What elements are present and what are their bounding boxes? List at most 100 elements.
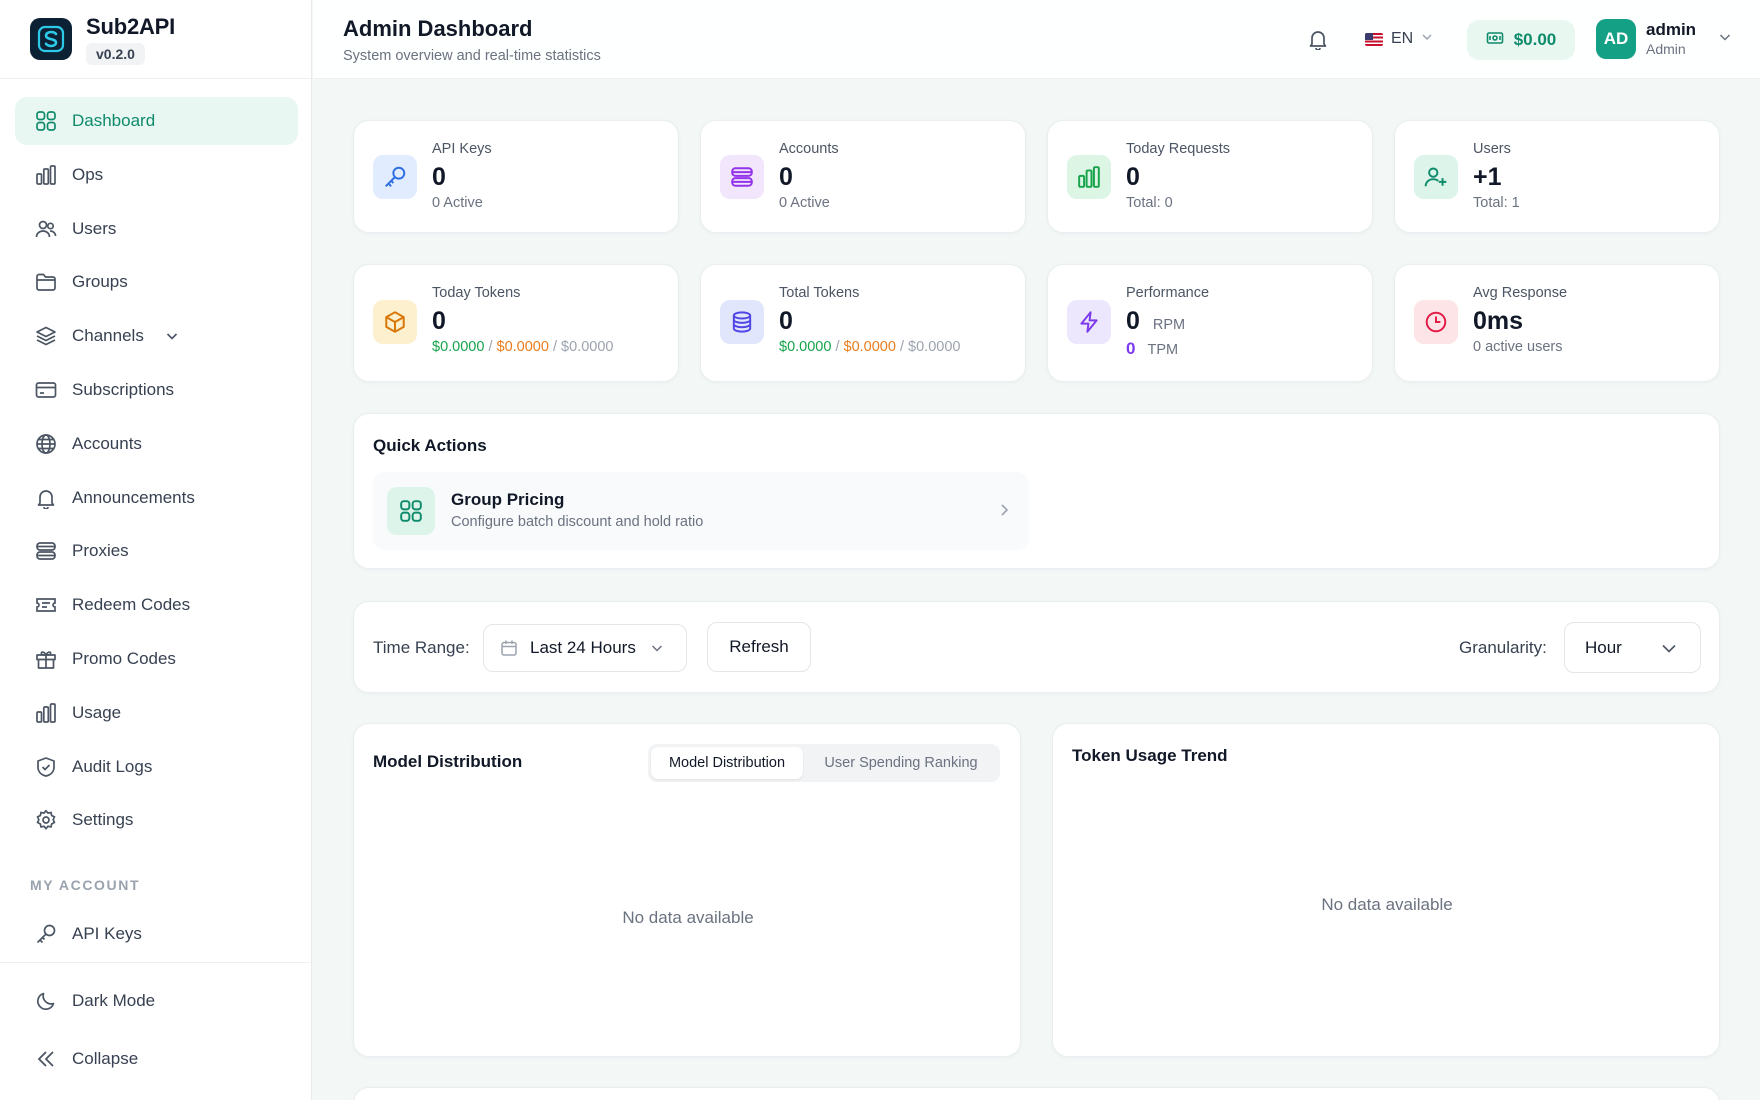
wallet-icon — [1486, 29, 1504, 52]
stat-sub: 0 Active — [432, 195, 483, 211]
model-distribution-title: Model Distribution — [373, 752, 523, 771]
key-icon — [373, 155, 417, 199]
stat-card-today-requests: Today Requests 0 Total: 0 — [1047, 120, 1373, 233]
sidebar-item-dashboard[interactable]: Dashboard — [15, 97, 298, 145]
cost-separator: / — [899, 339, 904, 355]
tab-user-spending-ranking[interactable]: User Spending Ranking — [805, 747, 997, 779]
collapse-button[interactable]: Collapse — [15, 1036, 298, 1082]
bar-chart-icon — [35, 164, 57, 186]
users-icon — [35, 218, 57, 240]
dark-mode-toggle[interactable]: Dark Mode — [15, 978, 298, 1024]
sidebar-item-label: Ops — [72, 164, 104, 184]
clock-icon — [1414, 300, 1458, 344]
sidebar-item-groups[interactable]: Groups — [15, 258, 298, 306]
bell-icon — [35, 487, 57, 509]
sidebar-item-api-keys[interactable]: API Keys — [15, 910, 298, 958]
gift-icon — [35, 648, 57, 670]
quick-action-name: Group Pricing — [451, 490, 565, 509]
quick-action-description: Configure batch discount and hold ratio — [451, 514, 704, 530]
stat-card-total-tokens: Total Tokens 0 $0.0000 / $0.0000 / $0.00… — [700, 264, 1026, 382]
sidebar-item-subscriptions[interactable]: Subscriptions — [15, 366, 298, 414]
stat-card-users: Users +1 Total: 1 — [1394, 120, 1720, 233]
sidebar-item-channels[interactable]: Channels — [15, 312, 298, 360]
sidebar-divider — [0, 962, 312, 963]
sidebar-item-label: Users — [72, 218, 117, 238]
sidebar-item-label: Accounts — [72, 433, 142, 453]
logo-icon — [30, 18, 72, 60]
chevron-down-icon — [650, 641, 664, 655]
stat-label: Avg Response — [1473, 285, 1568, 301]
granularity-value: Hour — [1585, 637, 1622, 657]
cost-other: $0.0000 — [561, 339, 614, 355]
moon-icon — [35, 990, 57, 1012]
key-icon — [35, 923, 57, 945]
stat-costs: $0.0000 / $0.0000 / $0.0000 — [432, 339, 613, 355]
shield-icon — [35, 756, 57, 778]
sidebar-item-label: Subscriptions — [72, 379, 175, 399]
language-selector[interactable]: EN — [1365, 24, 1433, 54]
time-range-label: Time Range: — [373, 638, 470, 657]
cost-standard: $0.0000 — [496, 339, 549, 355]
bar-chart-icon — [35, 702, 57, 724]
sidebar-item-users[interactable]: Users — [15, 205, 298, 253]
stat-card-accounts: Accounts 0 0 Active — [700, 120, 1026, 233]
stat-tpm: 0 TPM — [1126, 339, 1178, 359]
user-menu[interactable]: AD admin Admin — [1596, 19, 1732, 59]
next-section-card — [353, 1087, 1720, 1100]
model-distribution-card: Model Distribution Model Distribution Us… — [353, 723, 1021, 1057]
sidebar-item-announcements[interactable]: Announcements — [15, 474, 298, 522]
sidebar-item-promo-codes[interactable]: Promo Codes — [15, 635, 298, 683]
layers-icon — [35, 325, 57, 347]
time-range-select[interactable]: Last 24 Hours — [483, 624, 687, 672]
tab-model-distribution[interactable]: Model Distribution — [651, 747, 803, 779]
gear-icon — [35, 809, 57, 831]
quick-actions-title: Quick Actions — [373, 436, 487, 455]
sidebar-item-settings[interactable]: Settings — [15, 796, 298, 844]
stat-card-avg-response: Avg Response 0ms 0 active users — [1394, 264, 1720, 382]
stat-sub: 0 Active — [779, 195, 830, 211]
chevron-down-icon[interactable] — [165, 329, 179, 343]
stat-label: Accounts — [779, 141, 839, 157]
sidebar-item-proxies[interactable]: Proxies — [15, 527, 298, 575]
granularity-select[interactable]: Hour — [1564, 622, 1701, 673]
refresh-button[interactable]: Refresh — [707, 622, 811, 672]
sidebar-item-label: Audit Logs — [72, 756, 153, 776]
tpm-unit: TPM — [1147, 342, 1179, 358]
sidebar-item-accounts[interactable]: Accounts — [15, 420, 298, 468]
chevron-down-icon — [1660, 639, 1678, 657]
stat-card-performance: Performance 0 RPM 0 TPM — [1047, 264, 1373, 382]
cost-separator: / — [552, 339, 557, 355]
bar-chart-icon — [1067, 155, 1111, 199]
sidebar-item-label: Usage — [72, 702, 122, 722]
stat-rpm: 0 RPM — [1126, 307, 1185, 336]
stat-sub: Total: 0 — [1126, 195, 1173, 211]
stat-label: Today Requests — [1126, 141, 1230, 157]
stat-sub: 0 active users — [1473, 339, 1563, 355]
my-account-heading: MY ACCOUNT — [30, 877, 141, 893]
server-icon — [35, 540, 57, 562]
avatar: AD — [1596, 19, 1636, 59]
granularity-label: Granularity: — [1459, 638, 1547, 657]
calendar-icon — [500, 639, 518, 657]
stat-label: API Keys — [432, 141, 492, 157]
sidebar-item-label: Dashboard — [72, 111, 156, 130]
user-plus-icon — [1414, 155, 1458, 199]
stat-label: Performance — [1126, 285, 1210, 301]
rpm-value: 0 — [1126, 307, 1140, 335]
sidebar-item-usage[interactable]: Usage — [15, 689, 298, 737]
stat-costs: $0.0000 / $0.0000 / $0.0000 — [779, 339, 960, 355]
quick-action-group-pricing[interactable]: Group Pricing Configure batch discount a… — [373, 472, 1029, 550]
stat-card-api-keys: API Keys 0 0 Active — [353, 120, 679, 233]
stat-value: 0 — [779, 163, 793, 191]
sidebar-item-redeem-codes[interactable]: Redeem Codes — [15, 581, 298, 629]
sidebar-item-ops[interactable]: Ops — [15, 151, 298, 199]
sidebar-item-label: Announcements — [72, 487, 195, 507]
user-role: Admin — [1646, 41, 1686, 57]
notifications-bell-icon[interactable] — [1307, 28, 1329, 55]
stat-value: 0 — [1126, 163, 1140, 191]
cost-actual: $0.0000 — [432, 339, 485, 355]
brand: Sub2API v0.2.0 — [0, 0, 311, 79]
balance-badge[interactable]: $0.00 — [1467, 20, 1575, 60]
sidebar-item-audit-logs[interactable]: Audit Logs — [15, 743, 298, 791]
dark-mode-label: Dark Mode — [72, 991, 156, 1010]
